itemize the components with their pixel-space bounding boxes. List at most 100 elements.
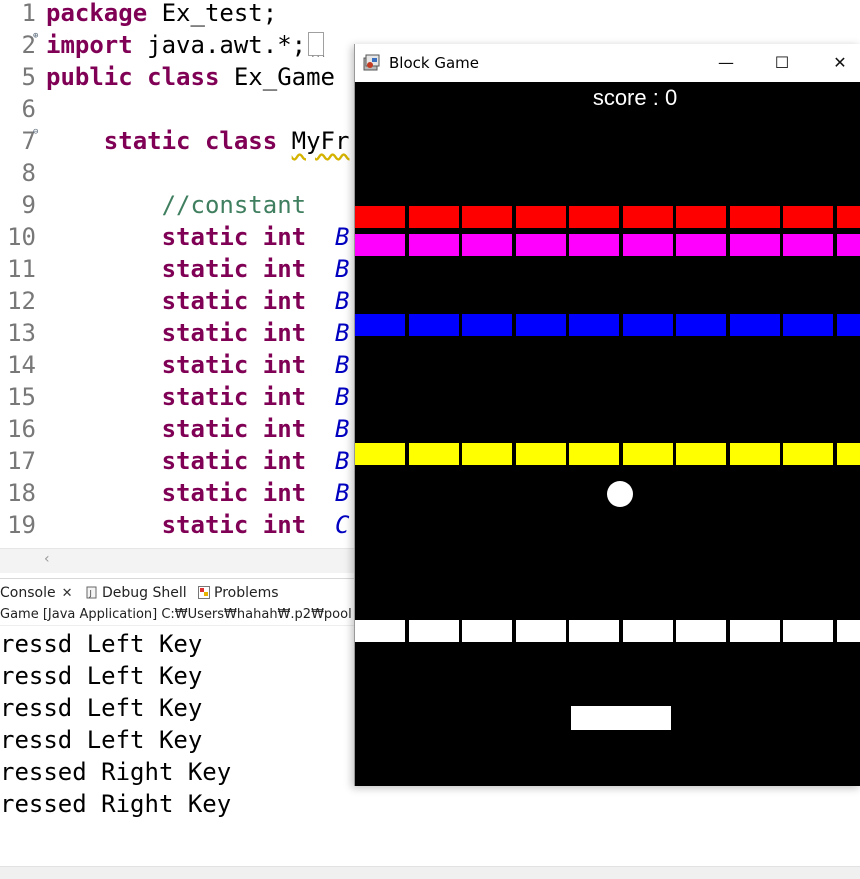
tab-console-label: Console [0, 585, 56, 601]
line-number: 6 [0, 93, 36, 125]
debug-shell-icon: J [86, 586, 98, 599]
brick-magenta [676, 234, 726, 256]
brick-magenta [462, 234, 512, 256]
line-number: 13 [0, 317, 36, 349]
code-text: static int B [46, 285, 349, 317]
collapsed-imports-icon[interactable] [308, 32, 324, 56]
brick-magenta [623, 234, 673, 256]
brick-magenta [409, 234, 459, 256]
maximize-icon: ☐ [775, 53, 789, 72]
window-title: Block Game [389, 53, 479, 73]
brick-blue [623, 314, 673, 336]
close-icon[interactable]: ✕ [62, 586, 73, 601]
line-number: 17 [0, 445, 36, 477]
brick-red [623, 206, 673, 228]
fold-collapse-icon[interactable]: ⊖ [33, 127, 38, 137]
line-number: 16 [0, 413, 36, 445]
brick-white [623, 620, 673, 642]
brick-red [730, 206, 780, 228]
console-tab-bar: Console ✕ JDebug Shell Problems [0, 578, 354, 605]
line-number: 11 [0, 253, 36, 285]
game-canvas[interactable]: score : 0 [355, 82, 860, 786]
code-text: static int B [46, 253, 349, 285]
brick-red [837, 206, 860, 228]
brick-white [462, 620, 512, 642]
console-output: ressd Left Keyressd Left Keyressd Left K… [0, 628, 354, 868]
brick-blue [676, 314, 726, 336]
line-number: 2 [0, 29, 36, 61]
line-number: 7 [0, 125, 36, 157]
brick-red [516, 206, 566, 228]
close-icon: ✕ [833, 53, 846, 72]
line-number: 5 [0, 61, 36, 93]
code-text: static int C [46, 509, 349, 541]
brick-white [730, 620, 780, 642]
code-text: static int B [46, 381, 349, 413]
code-text: static int B [46, 445, 349, 477]
minimize-icon: — [718, 53, 734, 72]
brick-blue [409, 314, 459, 336]
brick-magenta [837, 234, 860, 256]
line-number: 1 [0, 0, 36, 29]
line-number: 8 [0, 157, 36, 189]
brick-yellow [623, 443, 673, 465]
line-number: 19 [0, 509, 36, 541]
brick-white [355, 620, 405, 642]
game-window[interactable]: Block Game — ☐ ✕ score : 0 [354, 44, 860, 786]
brick-red [676, 206, 726, 228]
ball [607, 481, 633, 507]
code-text: static class MyFr [46, 125, 349, 157]
editor-horizontal-scrollbar[interactable]: ‹ [0, 548, 354, 573]
console-line: ressd Left Key [0, 724, 202, 756]
window-titlebar[interactable]: Block Game — ☐ ✕ [355, 44, 860, 82]
line-number: 12 [0, 285, 36, 317]
console-line: ressd Left Key [0, 660, 202, 692]
brick-white [783, 620, 833, 642]
paddle[interactable] [571, 706, 671, 730]
brick-yellow [676, 443, 726, 465]
brick-white [409, 620, 459, 642]
brick-magenta [355, 234, 405, 256]
tab-debug-shell[interactable]: JDebug Shell [86, 583, 187, 603]
console-line: ressd Left Key [0, 628, 202, 660]
brick-red [783, 206, 833, 228]
console-line: ressed Right Key [0, 756, 231, 788]
fold-expand-icon[interactable]: ⊕ [33, 31, 38, 41]
brick-white [569, 620, 619, 642]
tab-console[interactable]: Console ✕ [0, 583, 72, 603]
brick-yellow [730, 443, 780, 465]
brick-white [676, 620, 726, 642]
code-text: static int B [46, 413, 349, 445]
code-text: import java.awt.*; [46, 29, 324, 61]
close-button[interactable]: ✕ [813, 44, 860, 82]
brick-yellow [569, 443, 619, 465]
java-app-icon [363, 54, 381, 72]
console-line: ressd Left Key [0, 692, 202, 724]
brick-magenta [569, 234, 619, 256]
code-text: package Ex_test; [46, 0, 277, 29]
brick-white [837, 620, 860, 642]
console-launch-path: Game [Java Application] C:₩Users₩hahah₩.… [0, 605, 354, 626]
brick-red [569, 206, 619, 228]
line-number: 15 [0, 381, 36, 413]
brick-blue [516, 314, 566, 336]
line-number: 10 [0, 221, 36, 253]
svg-text:J: J [89, 589, 92, 598]
brick-yellow [355, 443, 405, 465]
line-number: 14 [0, 349, 36, 381]
brick-red [462, 206, 512, 228]
brick-blue [783, 314, 833, 336]
brick-yellow [783, 443, 833, 465]
brick-yellow [516, 443, 566, 465]
tab-problems[interactable]: Problems [198, 583, 279, 603]
brick-yellow [837, 443, 860, 465]
line-number: 18 [0, 477, 36, 509]
brick-blue [462, 314, 512, 336]
code-line[interactable]: 1 package Ex_test; [0, 0, 860, 29]
brick-magenta [516, 234, 566, 256]
maximize-button[interactable]: ☐ [755, 44, 809, 82]
scroll-left-icon[interactable]: ‹ [44, 551, 50, 567]
code-text: static int B [46, 317, 349, 349]
minimize-button[interactable]: — [699, 44, 753, 82]
tab-problems-label: Problems [214, 585, 279, 601]
